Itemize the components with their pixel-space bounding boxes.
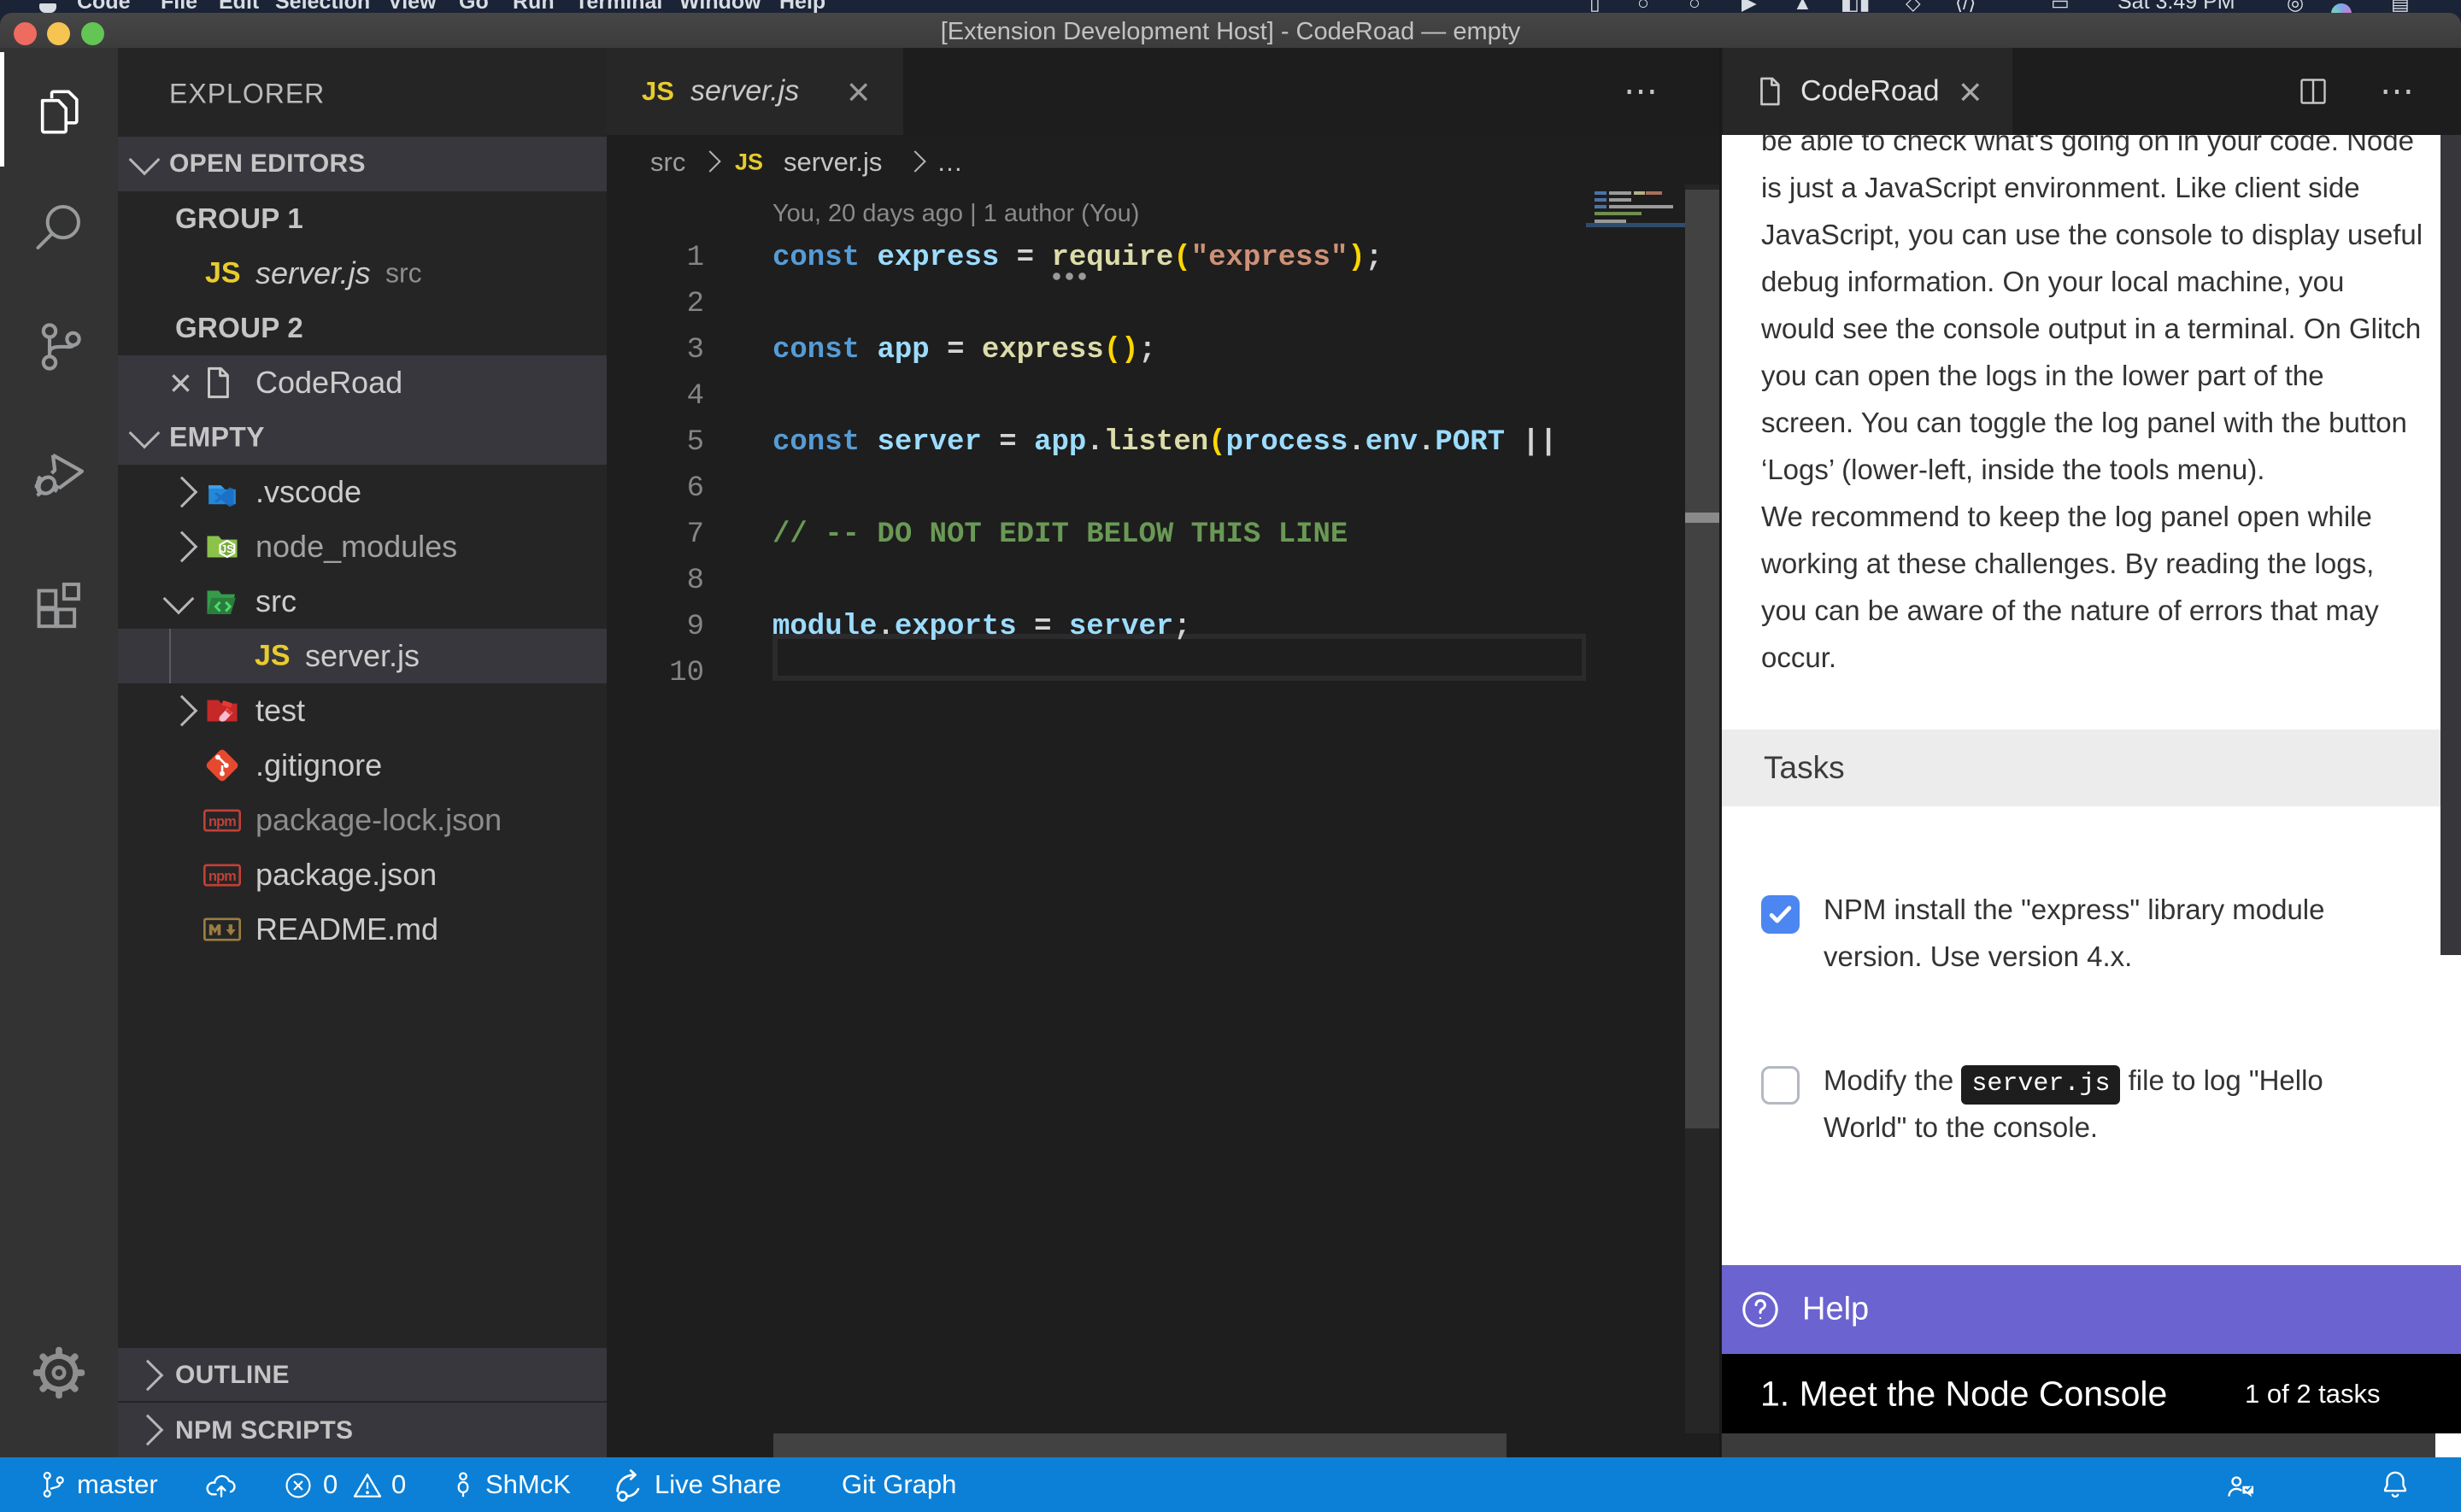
svg-text:JS: JS [220, 543, 233, 555]
svg-text:npm: npm [209, 814, 236, 829]
svg-text:npm: npm [209, 869, 236, 884]
